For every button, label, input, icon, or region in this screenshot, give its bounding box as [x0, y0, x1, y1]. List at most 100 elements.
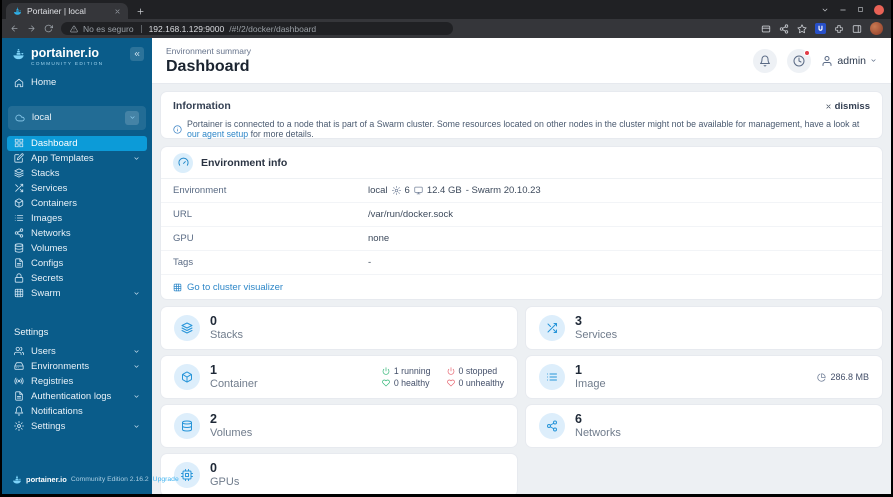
environment-selector[interactable]: local	[8, 105, 146, 130]
sidebar-item-app-templates[interactable]: App Templates	[7, 151, 147, 166]
gauge-icon-circle	[173, 152, 193, 173]
sidebar-item-label: Images	[31, 212, 63, 224]
banner-title: Information	[173, 100, 231, 112]
window-close-button[interactable]	[874, 4, 884, 15]
dismiss-button[interactable]: dismiss	[825, 101, 870, 112]
forward-icon[interactable]	[27, 24, 36, 33]
information-banner: Information dismiss Portainer is connect…	[160, 91, 883, 139]
sidebar-item-services[interactable]: Services	[7, 181, 147, 196]
tags-row: Tags -	[161, 251, 882, 275]
toolbar-extensions	[761, 22, 883, 35]
sidebar-item-label: Secrets	[31, 272, 64, 284]
sidebar-item-label: Environments	[31, 360, 90, 372]
volumes-icon-circle	[174, 413, 200, 439]
chevron-down-icon	[129, 114, 136, 121]
bell-icon	[14, 406, 24, 416]
ublock-extension-icon[interactable]	[815, 23, 826, 34]
browser-profile-avatar[interactable]	[870, 22, 883, 35]
list-icon	[546, 371, 558, 383]
address-bar[interactable]: No es seguro 192.168.1.129:9000 /#!/2/do…	[61, 22, 453, 35]
users-icon	[14, 346, 24, 356]
tile-services[interactable]: 3 Services	[525, 306, 883, 350]
username: admin	[837, 54, 866, 67]
sidebar-item-stacks[interactable]: Stacks	[7, 166, 147, 181]
tab-close-icon[interactable]	[114, 8, 121, 15]
update-notification-button[interactable]	[787, 48, 812, 73]
sidebar-footer: portainer.io Community Edition 2.16.2 Up…	[12, 474, 179, 485]
chevron-down-icon	[133, 363, 140, 370]
portainer-logo-icon	[12, 475, 22, 485]
notification-badge	[804, 49, 811, 56]
sidebar-item-settings[interactable]: Settings	[7, 419, 147, 434]
chevron-down-icon	[133, 155, 140, 162]
hard-drive-icon	[14, 361, 24, 371]
sidebar-item-label: Notifications	[31, 405, 83, 417]
images-total-size: 286.8 MB	[817, 372, 869, 382]
back-icon[interactable]	[10, 24, 19, 33]
cluster-visualizer-link[interactable]: Go to cluster visualizer	[161, 275, 882, 299]
notifications-button[interactable]	[753, 48, 778, 73]
sidebar: portainer.io COMMUNITY EDITION Home loca…	[2, 38, 179, 494]
footer-brand: portainer.io	[26, 475, 67, 484]
database-icon	[181, 420, 193, 432]
sidebar-item-volumes[interactable]: Volumes	[7, 241, 147, 256]
side-panel-icon[interactable]	[852, 24, 862, 34]
chevron-down-icon	[870, 57, 877, 64]
environment-info-panel: Environment info Environment local 6 12.…	[160, 146, 883, 300]
sidebar-item-users[interactable]: Users	[7, 344, 147, 359]
tile-gpus[interactable]: 0 GPUs	[160, 453, 518, 494]
sidebar-item-configs[interactable]: Configs	[7, 256, 147, 271]
sidebar-item-networks[interactable]: Networks	[7, 226, 147, 241]
tile-stacks[interactable]: 0 Stacks	[160, 306, 518, 350]
user-menu[interactable]: admin	[821, 55, 877, 67]
share-icon[interactable]	[779, 23, 789, 34]
breadcrumb: Environment summary	[166, 45, 252, 56]
environment-collapse-button[interactable]	[125, 110, 139, 125]
tile-volumes[interactable]: 2 Volumes	[160, 404, 518, 448]
reading-list-icon[interactable]	[761, 24, 771, 34]
cluster-grid-icon	[173, 283, 182, 292]
window-menu-chevron-icon[interactable]	[821, 6, 829, 14]
memory-icon	[414, 186, 423, 195]
url-row: URL /var/run/docker.sock	[161, 203, 882, 227]
sidebar-item-environments[interactable]: Environments	[7, 359, 147, 374]
file-icon	[14, 391, 24, 401]
main-area: Environment summary Dashboard admin Info…	[152, 38, 891, 494]
app-templates-icon	[14, 153, 24, 163]
desktop-screenshot: Portainer | local No es seguro 192.168.1…	[0, 0, 893, 497]
page-title: Dashboard	[166, 57, 250, 75]
sidebar-item-home[interactable]: Home	[7, 72, 147, 94]
bookmark-star-icon[interactable]	[797, 23, 807, 34]
cpu-chip-icon	[181, 469, 193, 481]
sidebar-item-label: Volumes	[31, 242, 68, 254]
reload-icon[interactable]	[44, 24, 53, 33]
chevron-down-icon	[133, 393, 140, 400]
sidebar-item-images[interactable]: Images	[7, 211, 147, 226]
extensions-puzzle-icon[interactable]	[834, 24, 844, 34]
sidebar-item-swarm[interactable]: Swarm	[7, 286, 147, 301]
box-icon	[181, 371, 193, 383]
portainer-logo-icon	[12, 48, 25, 61]
tile-networks[interactable]: 6 Networks	[525, 404, 883, 448]
sidebar-collapse-button[interactable]	[130, 47, 144, 61]
sidebar-item-dashboard[interactable]: Dashboard	[7, 135, 147, 151]
tile-containers[interactable]: 1 Container 1 running 0 stopped 0 health…	[160, 355, 518, 399]
sidebar-item-authentication-logs[interactable]: Authentication logs	[7, 389, 147, 404]
new-tab-icon[interactable]	[136, 7, 145, 16]
window-minimize-icon[interactable]	[839, 6, 847, 14]
sidebar-item-label: Services	[31, 182, 68, 194]
sidebar-item-notifications[interactable]: Notifications	[7, 404, 147, 419]
sidebar-item-registries[interactable]: Registries	[7, 374, 147, 389]
window-maximize-icon[interactable]	[857, 6, 864, 13]
agent-setup-link[interactable]: our agent setup	[187, 129, 248, 139]
power-icon	[447, 367, 455, 375]
browser-tab[interactable]: Portainer | local	[6, 3, 128, 19]
upgrade-link[interactable]: Upgrade	[153, 476, 179, 483]
browser-window: Portainer | local No es seguro 192.168.1…	[2, 0, 891, 494]
networks-icon	[14, 228, 24, 238]
bell-icon	[759, 55, 771, 67]
tile-images[interactable]: 1 Image 286.8 MB	[525, 355, 883, 399]
sidebar-item-secrets[interactable]: Secrets	[7, 271, 147, 286]
sidebar-item-containers[interactable]: Containers	[7, 196, 147, 211]
page-header: Environment summary Dashboard admin	[152, 38, 891, 84]
